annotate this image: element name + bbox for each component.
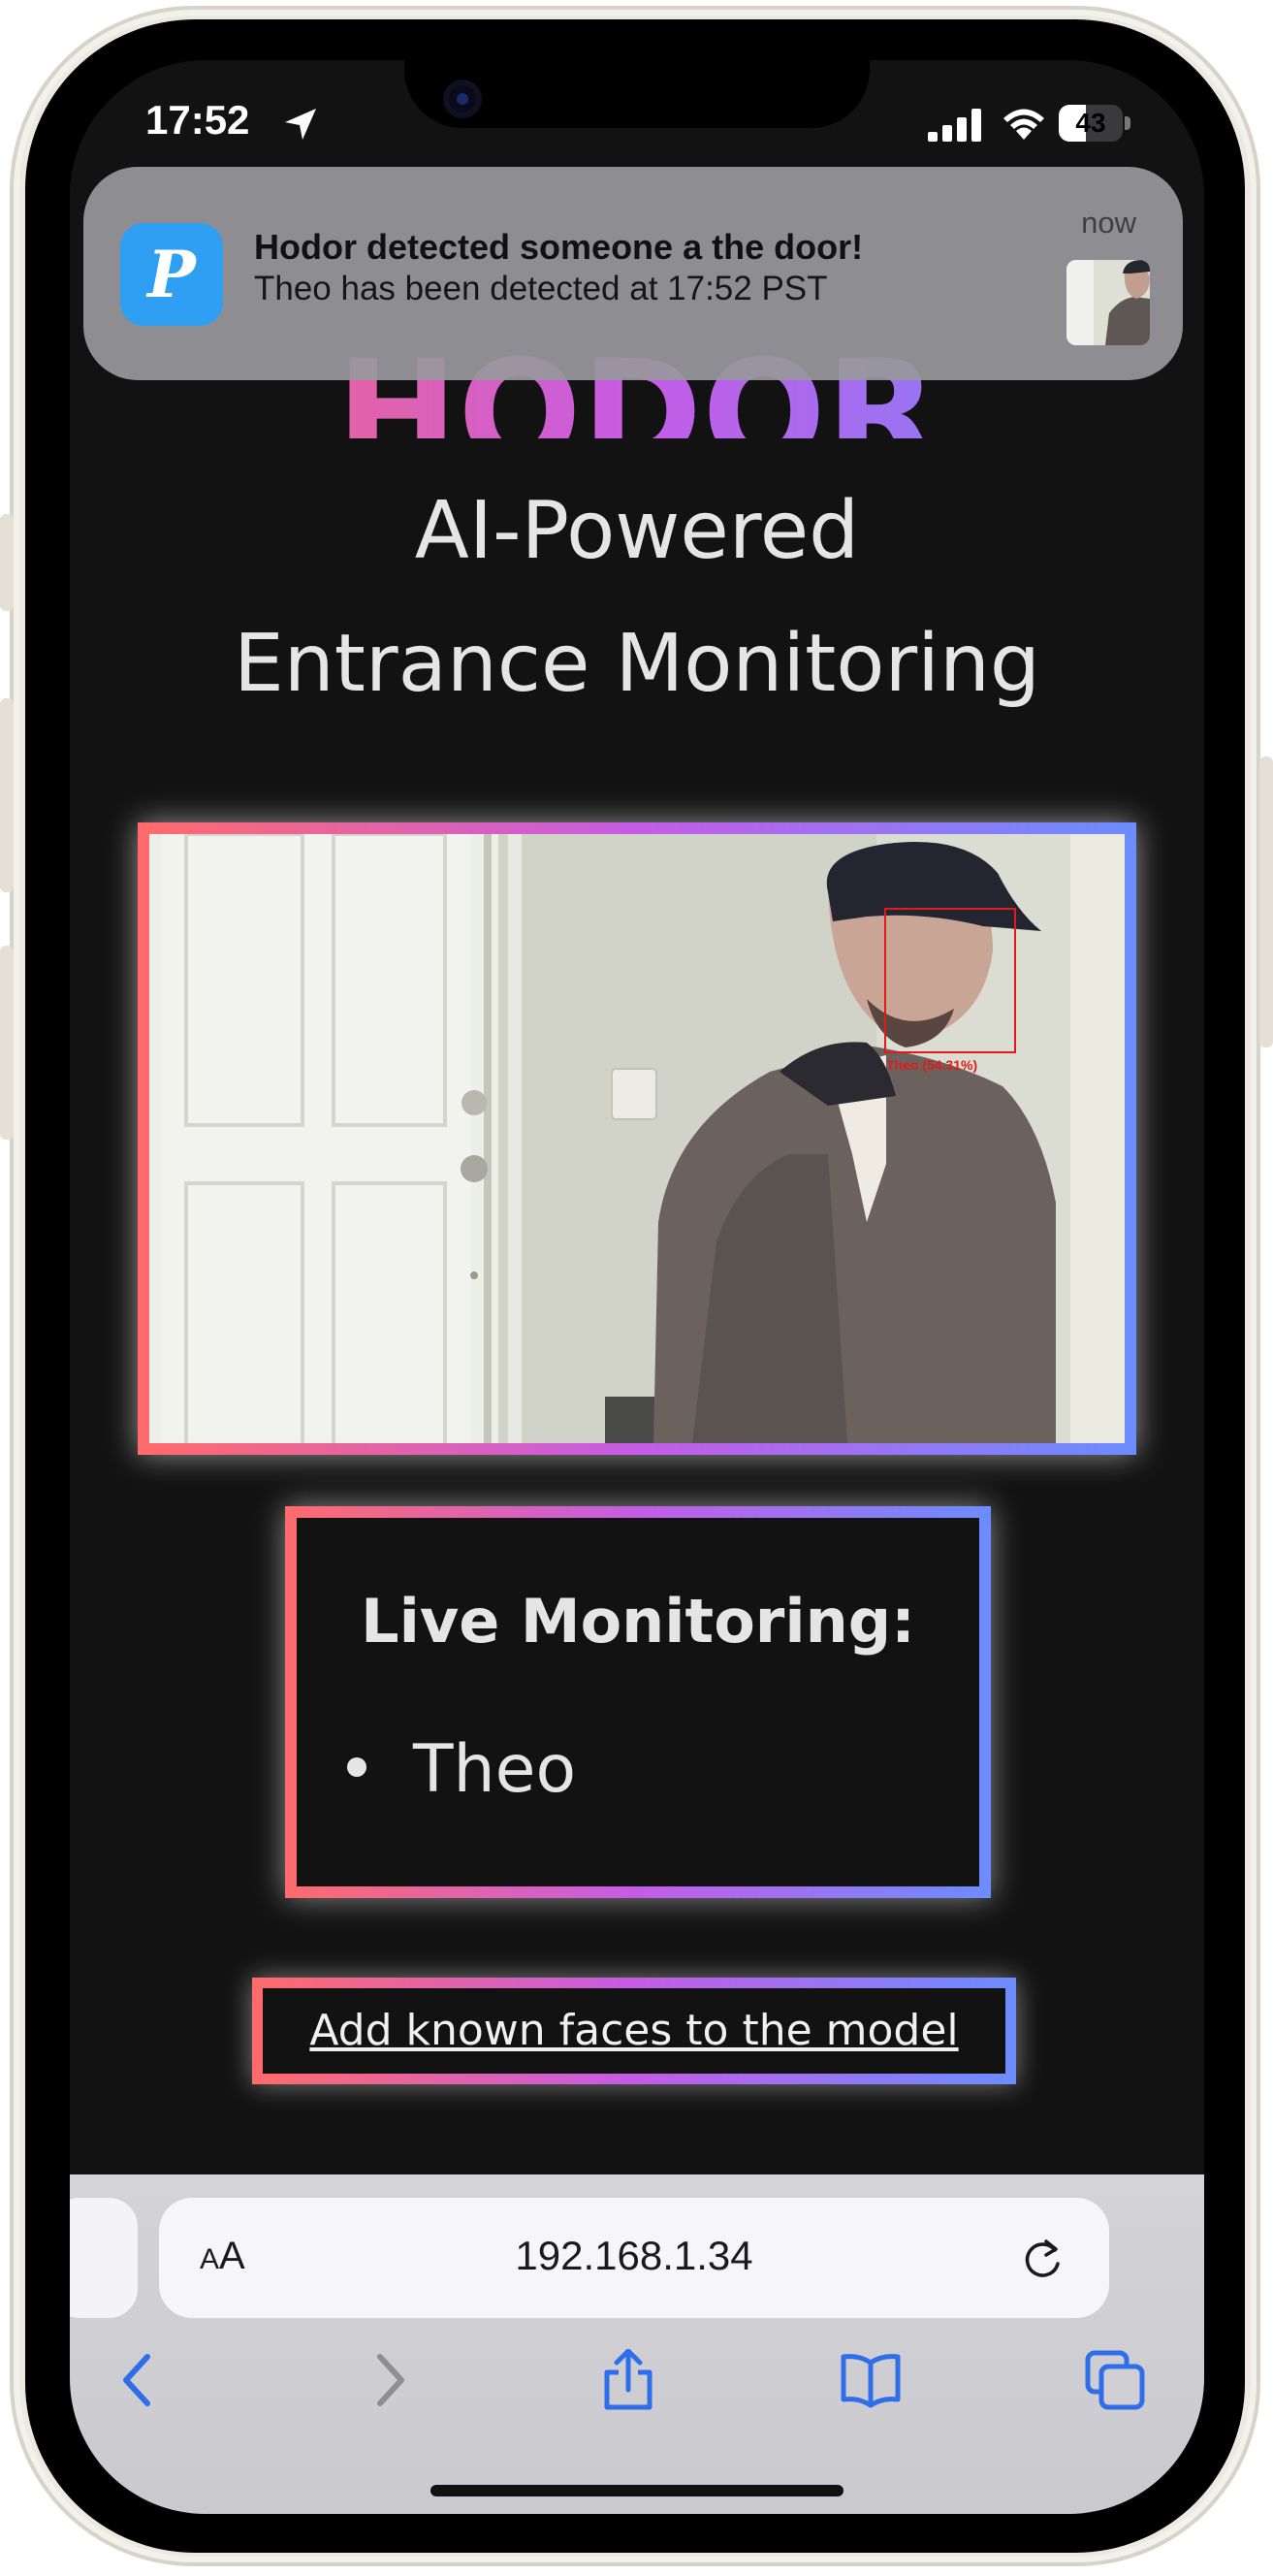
reload-icon[interactable]: [1020, 2237, 1065, 2281]
back-chevron-icon[interactable]: [109, 2349, 171, 2411]
tagline-line-1: AI-Powered: [414, 485, 860, 577]
detected-people-list: Theo: [347, 1731, 576, 1808]
cellular-signal-icon: [928, 109, 981, 142]
address-bar[interactable]: AA 192.168.1.34: [159, 2198, 1109, 2318]
live-monitoring-panel: Live Monitoring: Theo: [285, 1506, 991, 1898]
status-time: 17:52: [145, 97, 250, 143]
notification-time: now: [1081, 206, 1136, 240]
list-item: Theo: [347, 1731, 576, 1808]
mute-switch: [0, 514, 14, 611]
add-known-faces-link[interactable]: Add known faces to the model: [309, 2006, 958, 2055]
share-icon[interactable]: [597, 2349, 659, 2411]
battery-percentage: 43: [1075, 108, 1106, 138]
face-detection-box: [884, 908, 1016, 1053]
camera-feed-frame: Theo (54.31%): [138, 822, 1136, 1455]
notification-body: Theo has been detected at 17:52 PST: [254, 270, 828, 307]
camera-feed-image: Theo (54.31%): [149, 834, 1125, 1443]
push-notification[interactable]: P Hodor detected someone a the door! The…: [83, 167, 1183, 380]
forward-chevron-icon[interactable]: [357, 2349, 419, 2411]
power-button: [1259, 757, 1273, 1047]
live-monitoring-heading: Live Monitoring:: [361, 1586, 915, 1657]
notification-thumbnail: [1066, 260, 1150, 345]
previous-tab-peek[interactable]: [70, 2198, 138, 2318]
tabs-icon[interactable]: [1084, 2349, 1146, 2411]
pushover-app-icon: P: [120, 223, 223, 326]
phone-screen: HODOR AI-Powered Entrance Monitoring The…: [70, 60, 1204, 2514]
url-text: 192.168.1.34: [515, 2233, 753, 2278]
status-bar: 17:52 43: [70, 60, 1204, 186]
battery-icon: 43: [1059, 105, 1130, 142]
volume-up-button: [0, 698, 14, 892]
bookmarks-icon[interactable]: [840, 2349, 902, 2411]
add-faces-link-box: Add known faces to the model: [252, 1978, 1016, 2084]
location-arrow-icon: [285, 109, 316, 140]
front-camera: [443, 80, 482, 118]
volume-down-button: [0, 946, 14, 1140]
browser-bottom-bar: AA 192.168.1.34: [70, 2174, 1204, 2514]
face-detection-label: Theo (54.31%): [886, 1057, 978, 1073]
home-indicator[interactable]: [430, 2485, 843, 2496]
wifi-icon: [1003, 109, 1044, 140]
tagline-line-2: Entrance Monitoring: [234, 618, 1040, 710]
notification-title: Hodor detected someone a the door!: [254, 227, 864, 267]
